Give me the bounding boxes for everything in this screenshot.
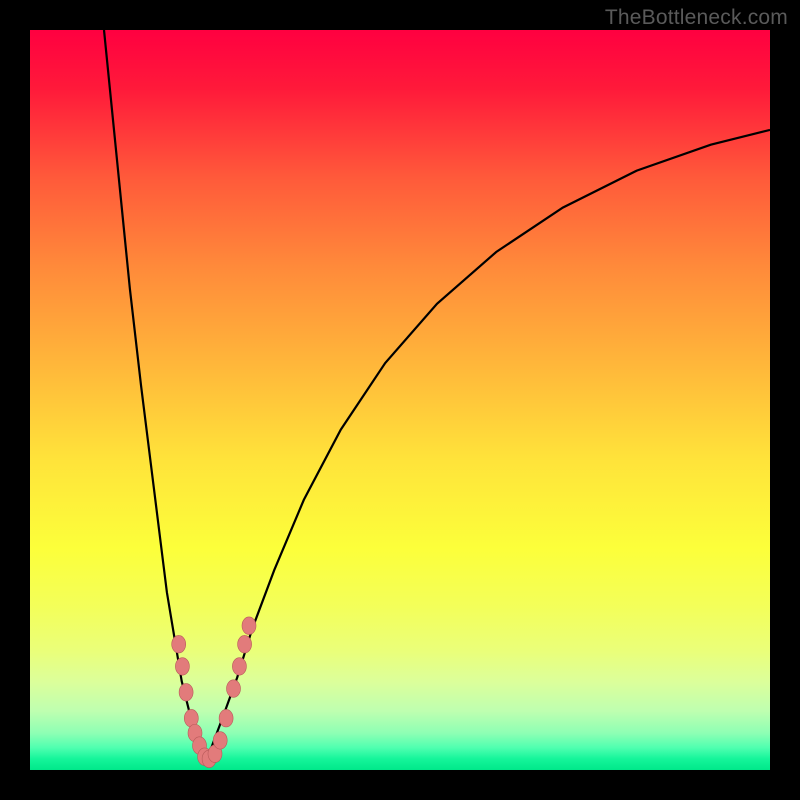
markers-group: [172, 617, 256, 768]
left-branch-path: [104, 30, 205, 759]
plot-area: [30, 30, 770, 770]
data-marker: [227, 680, 241, 698]
data-marker: [175, 658, 189, 676]
data-marker: [238, 635, 252, 653]
bottleneck-curve: [30, 30, 770, 770]
data-marker: [172, 635, 186, 653]
right-branch-path: [205, 130, 770, 759]
data-marker: [232, 658, 246, 676]
data-marker: [213, 732, 227, 750]
chart-frame: TheBottleneck.com: [0, 0, 800, 800]
data-marker: [219, 709, 233, 727]
data-marker: [179, 684, 193, 702]
watermark-label: TheBottleneck.com: [605, 6, 788, 30]
data-marker: [242, 617, 256, 635]
